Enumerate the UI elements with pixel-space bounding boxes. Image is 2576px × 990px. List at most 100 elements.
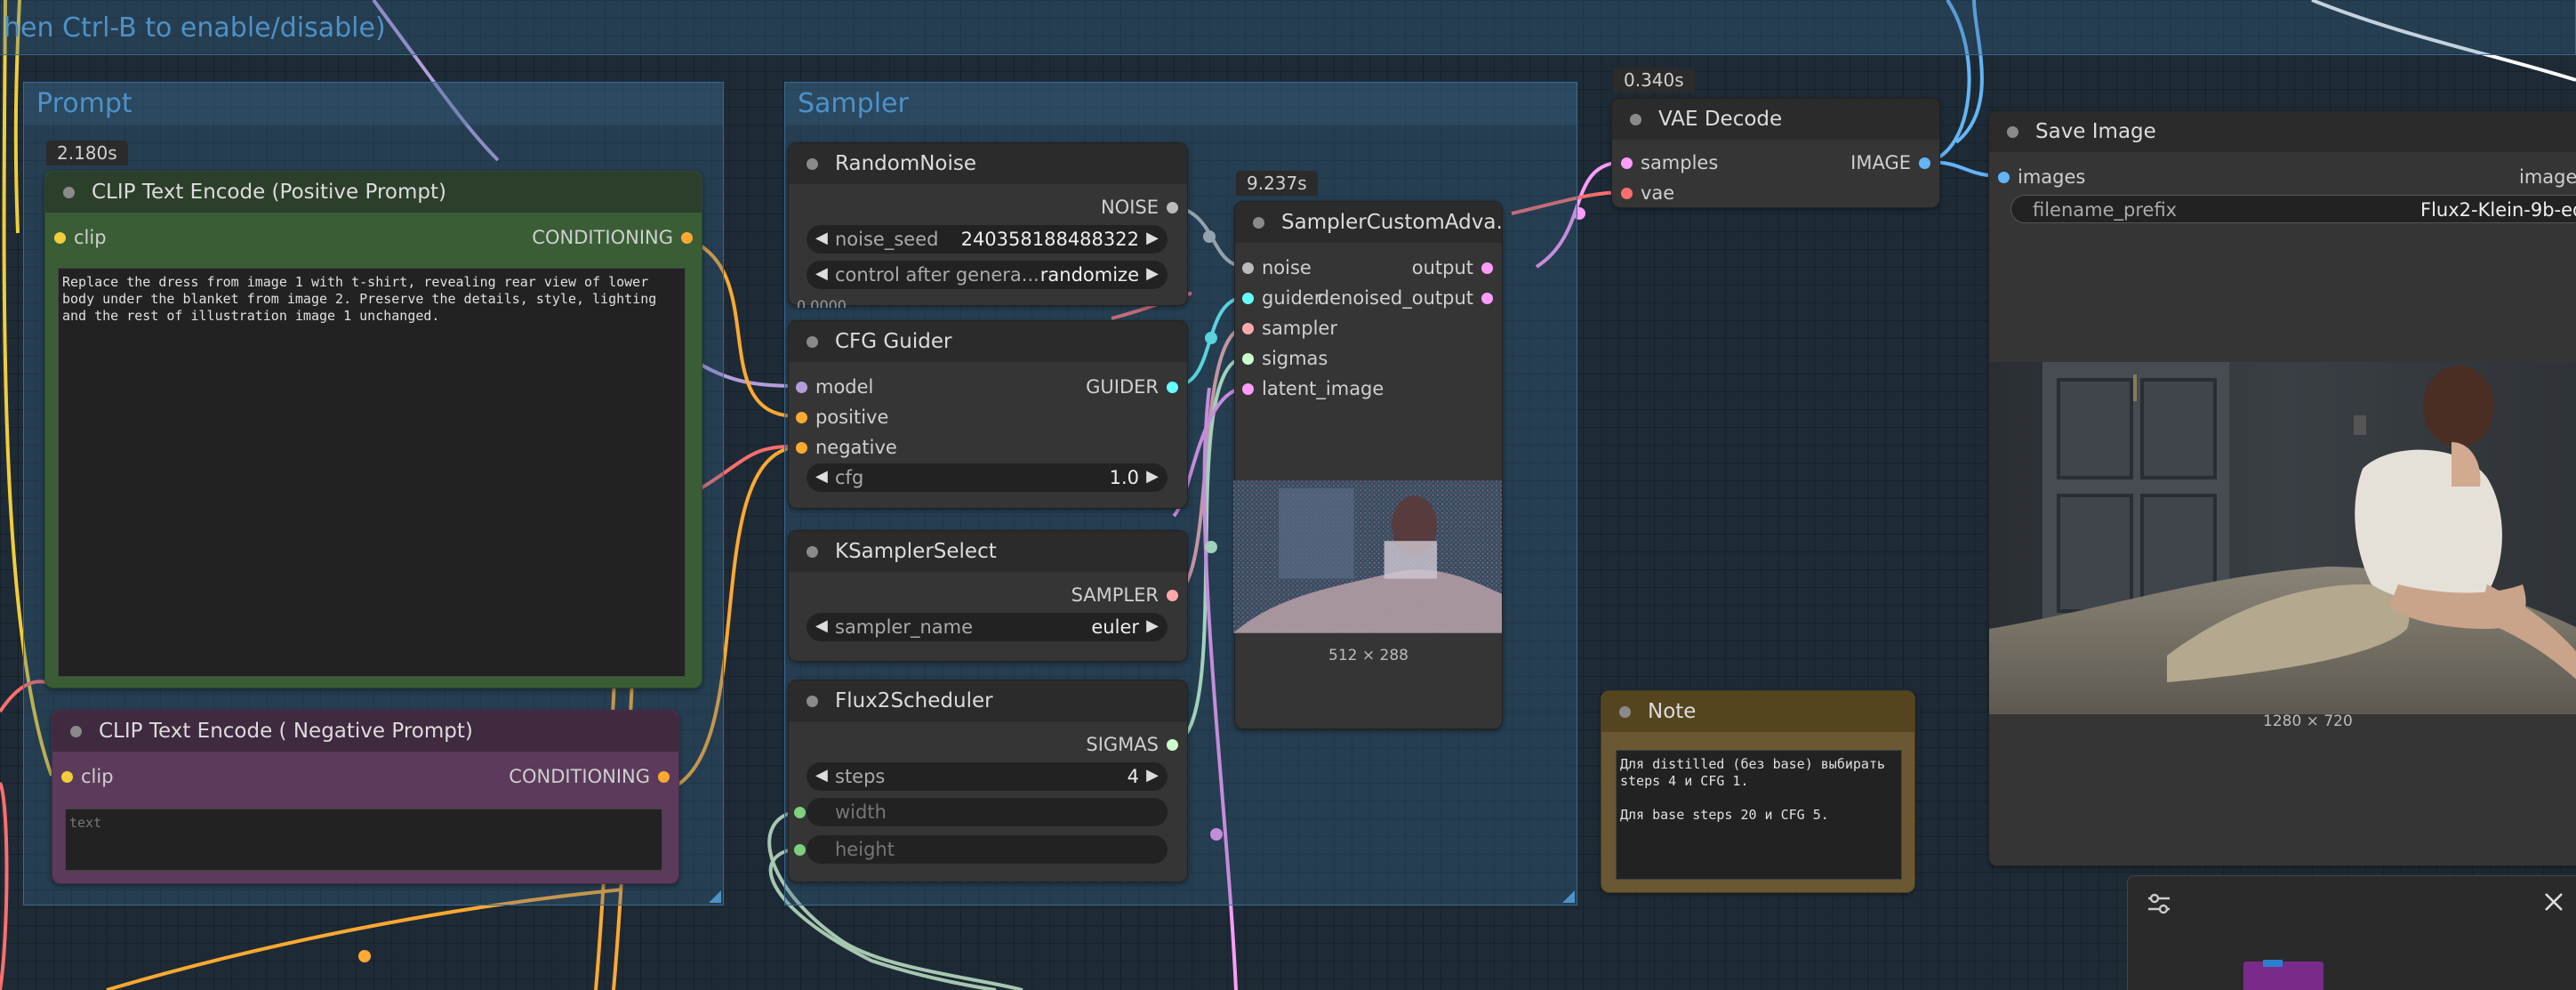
input-pin-latent-image[interactable] <box>1242 383 1254 395</box>
increment-arrow-icon[interactable]: ▶ <box>1146 467 1159 486</box>
output-pin-denoised[interactable] <box>1481 293 1493 304</box>
input-label-positive: positive <box>815 406 889 428</box>
widget-label: width <box>835 801 887 823</box>
input-pin-negative[interactable] <box>796 442 807 454</box>
input-pin-images[interactable] <box>1998 172 2010 183</box>
input-pin-vae[interactable] <box>1621 188 1633 199</box>
collapse-dot-icon[interactable] <box>807 158 818 170</box>
width-widget-disabled[interactable]: width <box>807 798 1168 826</box>
decrement-arrow-icon[interactable]: ◀ <box>815 616 828 635</box>
node-header[interactable]: KSamplerSelect <box>789 531 1187 572</box>
node-header[interactable]: Flux2Scheduler <box>789 680 1187 721</box>
noise-seed-widget[interactable]: ◀ noise_seed 240358188488322 ▶ <box>807 225 1168 254</box>
node-header[interactable]: SamplerCustomAdva... <box>1235 202 1502 243</box>
increment-arrow-icon[interactable]: ▶ <box>1146 229 1159 247</box>
node-sampler-custom-advanced[interactable]: SamplerCustomAdva... noise output guider… <box>1233 201 1503 729</box>
close-icon[interactable] <box>2540 889 2567 915</box>
node-header[interactable]: CLIP Text Encode (Positive Prompt) <box>45 172 702 213</box>
input-pin-clip[interactable] <box>54 232 66 244</box>
node-clip-text-encode-negative[interactable]: CLIP Text Encode ( Negative Prompt) clip… <box>52 710 679 884</box>
prompt-textarea[interactable]: Replace the dress from image 1 with t-sh… <box>58 268 686 677</box>
increment-arrow-icon[interactable]: ▶ <box>1146 766 1159 785</box>
output-pin-guider[interactable] <box>1167 382 1178 393</box>
resize-handle[interactable] <box>1562 890 1575 903</box>
collapse-dot-icon[interactable] <box>63 187 75 198</box>
input-pin-positive[interactable] <box>796 412 807 423</box>
input-pin-samples[interactable] <box>1621 157 1633 169</box>
decrement-arrow-icon[interactable]: ◀ <box>815 264 828 283</box>
collapse-dot-icon[interactable] <box>70 726 82 737</box>
node-header[interactable]: VAE Decode <box>1612 99 1939 140</box>
node-header[interactable]: CFG Guider <box>789 321 1187 362</box>
node-clip-text-encode-positive[interactable]: CLIP Text Encode (Positive Prompt) clip … <box>44 171 702 688</box>
increment-arrow-icon[interactable]: ▶ <box>1146 264 1159 283</box>
output-pin-sigmas[interactable] <box>1167 739 1178 751</box>
steps-widget[interactable]: ◀ steps 4 ▶ <box>807 762 1168 791</box>
minimap-panel[interactable] <box>2127 875 2576 990</box>
output-pin-output[interactable] <box>1481 262 1493 274</box>
input-label-guider: guider <box>1262 287 1322 309</box>
widget-label: noise_seed <box>835 229 939 250</box>
noisy-preview-image[interactable] <box>1233 467 1502 647</box>
minimap-node-marker <box>2263 960 2283 967</box>
widget-value: 1.0 <box>1109 467 1139 488</box>
node-cfg-guider[interactable]: CFG Guider model GUIDER positive negativ… <box>788 320 1188 509</box>
input-pin-sigmas[interactable] <box>1242 353 1254 365</box>
output-label-sampler: SAMPLER <box>1071 584 1159 606</box>
widget-value: euler <box>1091 616 1139 638</box>
minimap-viewport[interactable] <box>2243 962 2323 990</box>
node-ksampler-select[interactable]: KSamplerSelect SAMPLER ◀ sampler_name eule… <box>788 530 1188 662</box>
output-image[interactable] <box>1989 362 2576 714</box>
node-vae-decode[interactable]: VAE Decode samples IMAGE vae <box>1611 98 1940 208</box>
output-pin-conditioning[interactable] <box>681 232 693 244</box>
node-flux2-scheduler[interactable]: Flux2Scheduler SIGMAS ◀ steps 4 ▶ width hei… <box>788 680 1188 882</box>
input-pin-clip[interactable] <box>61 771 73 783</box>
note-textarea[interactable]: Для distilled (без base) выбирать steps … <box>1616 750 1902 880</box>
negative-prompt-textarea[interactable]: text <box>65 809 662 871</box>
output-pin-sampler[interactable] <box>1167 590 1178 601</box>
input-pin-noise[interactable] <box>1242 262 1254 274</box>
input-label-sampler: sampler <box>1262 318 1337 339</box>
collapse-dot-icon[interactable] <box>2007 126 2018 138</box>
height-widget-disabled[interactable]: height <box>807 835 1168 864</box>
execution-time: 0.340s <box>1613 68 1695 93</box>
input-label-noise: noise <box>1262 257 1312 278</box>
input-pin-width[interactable] <box>794 807 806 818</box>
collapse-dot-icon[interactable] <box>807 696 818 707</box>
output-label-images: images <box>2519 166 2576 188</box>
increment-arrow-icon[interactable]: ▶ <box>1146 616 1159 635</box>
collapse-dot-icon[interactable] <box>807 546 818 558</box>
node-header[interactable]: CLIP Text Encode ( Negative Prompt) <box>52 711 678 752</box>
node-header[interactable]: Save Image <box>1989 111 2576 152</box>
node-save-image[interactable]: Save Image images images filename_prefix… <box>1988 110 2576 866</box>
sampler-name-widget[interactable]: ◀ sampler_name euler ▶ <box>807 613 1168 641</box>
input-pin-guider[interactable] <box>1242 293 1254 304</box>
node-header[interactable]: Note <box>1601 691 1914 732</box>
input-pin-height[interactable] <box>794 844 806 856</box>
decrement-arrow-icon[interactable]: ◀ <box>815 229 828 247</box>
control-after-generate-widget[interactable]: ◀ control after genera... randomize ▶ <box>807 261 1168 289</box>
collapse-dot-icon[interactable] <box>1630 114 1641 125</box>
input-pin-sampler[interactable] <box>1242 323 1254 334</box>
wire-left-red2 <box>0 782 9 990</box>
resize-handle[interactable] <box>709 890 721 903</box>
group-prompt-title: Prompt <box>36 88 132 119</box>
decrement-arrow-icon[interactable]: ◀ <box>815 766 828 785</box>
cfg-widget[interactable]: ◀ cfg 1.0 ▶ <box>807 463 1168 492</box>
collapse-dot-icon[interactable] <box>807 336 818 348</box>
collapse-dot-icon[interactable] <box>1253 217 1264 229</box>
widget-label: height <box>835 839 895 860</box>
output-pin-noise[interactable] <box>1167 202 1178 213</box>
output-pin-image[interactable] <box>1919 157 1930 169</box>
widget-value: 4 <box>1127 766 1139 787</box>
node-header[interactable]: RandomNoise <box>789 143 1187 184</box>
input-label-latent-image: latent_image <box>1262 378 1384 399</box>
decrement-arrow-icon[interactable]: ◀ <box>815 467 828 486</box>
filename-prefix-widget[interactable]: filename_prefix Flux2-Klein-9b-edit <box>2010 195 2576 223</box>
settings-sliders-icon[interactable] <box>2146 890 2172 917</box>
node-note[interactable]: Note Для distilled (без base) выбирать s… <box>1601 690 1915 893</box>
input-pin-model[interactable] <box>796 382 807 393</box>
output-pin-conditioning[interactable] <box>658 771 670 783</box>
collapse-dot-icon[interactable] <box>1619 706 1631 718</box>
node-random-noise[interactable]: RandomNoise NOISE ◀ noise_seed 24035818848… <box>788 142 1188 306</box>
